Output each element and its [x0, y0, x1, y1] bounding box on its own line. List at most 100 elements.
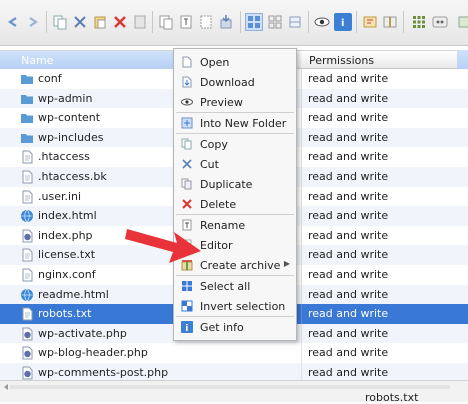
file-name: wp-blog-header.php: [38, 346, 148, 360]
file-permissions: read and write: [308, 150, 389, 164]
toolbar: i: [0, 0, 468, 46]
menu-item-label: Into New Folder: [200, 117, 287, 130]
toolbar-divider: [356, 11, 357, 33]
new-folder-icon: [181, 117, 193, 129]
file-name: .user.ini: [38, 189, 82, 203]
help-icon[interactable]: [431, 13, 449, 31]
file-permissions: read and write: [308, 72, 389, 85]
eye-icon[interactable]: [313, 13, 331, 31]
upload-icon[interactable]: [361, 13, 379, 31]
column-divider: [301, 206, 302, 226]
more-icon[interactable]: [454, 13, 468, 31]
file-permissions: read and write: [308, 91, 389, 105]
menu-item-preview[interactable]: Preview: [174, 93, 296, 111]
html-file-icon: [20, 209, 34, 223]
menu-item-label: Duplicate: [200, 178, 253, 191]
file-permissions: read and write: [308, 130, 389, 144]
extract-icon[interactable]: [217, 13, 235, 31]
menu-item-delete[interactable]: Delete: [174, 195, 296, 213]
file-name: conf: [38, 72, 62, 85]
php-file-icon: [20, 327, 34, 341]
file-permissions: read and write: [308, 169, 389, 183]
menu-item-open[interactable]: Open: [174, 53, 296, 71]
icon-view-icon[interactable]: [245, 13, 263, 31]
status-bar: robots.txt: [0, 380, 468, 404]
file-permissions: read and write: [308, 209, 389, 223]
toolbar-divider: [308, 11, 309, 33]
toolbar-divider: [46, 11, 47, 33]
details-view-icon[interactable]: [286, 13, 304, 31]
menu-separator: [176, 275, 294, 276]
download-icon: [181, 76, 193, 88]
toolbar-divider: [152, 11, 153, 33]
menu-item-label: Preview: [200, 96, 243, 109]
file-name: index.html: [38, 209, 97, 223]
menu-item-cut[interactable]: Cut: [174, 155, 296, 173]
copy-icon[interactable]: [51, 13, 69, 31]
file-permissions: read and write: [308, 248, 389, 262]
eye-icon: [181, 96, 193, 108]
file-permissions: read and write: [308, 287, 389, 301]
column-divider: [301, 284, 302, 305]
duplicate-icon: [181, 178, 193, 190]
file-permissions: read and write: [308, 326, 389, 340]
info-icon[interactable]: i: [334, 13, 352, 31]
scissors-icon[interactable]: [71, 13, 89, 31]
column-divider: [301, 264, 302, 285]
text-file-icon: [20, 307, 34, 321]
list-view-icon[interactable]: [266, 13, 284, 31]
context-menu: Open Download Preview Into New Folder Copy Cu…: [173, 48, 297, 341]
horizontal-scrollbar[interactable]: [4, 384, 464, 390]
text-file-icon: [20, 150, 34, 164]
column-divider: [301, 88, 302, 109]
menu-item-into-new-folder[interactable]: Into New Folder: [174, 114, 296, 132]
folder-icon: [20, 92, 34, 106]
menu-item-duplicate[interactable]: Duplicate: [174, 175, 296, 193]
column-divider: [301, 186, 302, 207]
name-column-header[interactable]: Name: [21, 54, 53, 67]
empty-icon[interactable]: [131, 13, 149, 31]
rename-icon[interactable]: [177, 13, 195, 31]
archive-icon[interactable]: [381, 13, 399, 31]
edit-icon[interactable]: [197, 13, 215, 31]
menu-item-download[interactable]: Download: [174, 73, 296, 91]
menu-separator: [176, 112, 294, 113]
menu-item-label: Cut: [200, 158, 219, 171]
column-divider: [301, 127, 302, 148]
file-name: wp-content: [38, 111, 101, 125]
file-name: wp-comments-post.php: [38, 365, 169, 379]
select-all-icon: [181, 280, 193, 292]
menu-item-label: Get info: [200, 321, 244, 334]
html-file-icon: [20, 288, 34, 302]
menu-item-select-all[interactable]: Select all: [174, 277, 296, 295]
menu-item-copy[interactable]: Copy: [174, 135, 296, 153]
folder-icon: [20, 72, 34, 86]
permissions-column-header[interactable]: Permissions: [309, 54, 374, 67]
paste-icon[interactable]: [91, 13, 109, 31]
menu-item-invert-selection[interactable]: Invert selection: [174, 297, 296, 315]
back-icon[interactable]: [4, 13, 22, 31]
file-name: .htaccess: [38, 150, 90, 164]
file-name: wp-includes: [38, 130, 104, 144]
menu-item-label: Invert selection: [200, 300, 286, 313]
php-file-icon: [20, 366, 34, 380]
delete-icon[interactable]: [111, 13, 129, 31]
duplicate-icon[interactable]: [157, 13, 175, 31]
column-divider: [301, 245, 302, 265]
delete-icon: [181, 198, 193, 210]
folder-icon: [20, 131, 34, 145]
toolbar-divider: [240, 11, 241, 33]
column-divider: [301, 147, 302, 167]
grid-icon[interactable]: [410, 13, 428, 31]
submenu-arrow-icon: ▶: [283, 259, 290, 268]
menu-separator: [176, 133, 294, 134]
file-permissions: read and write: [308, 365, 389, 379]
column-divider: [301, 323, 302, 344]
open-icon: [181, 56, 193, 68]
file-row[interactable]: wp-blog-header.php read and write: [0, 343, 468, 363]
menu-item-get-info[interactable]: i Get info: [174, 318, 296, 336]
forward-icon[interactable]: [24, 13, 42, 31]
menu-item-label: Delete: [200, 198, 237, 211]
column-divider: [301, 108, 302, 128]
file-permissions: read and write: [308, 189, 389, 203]
